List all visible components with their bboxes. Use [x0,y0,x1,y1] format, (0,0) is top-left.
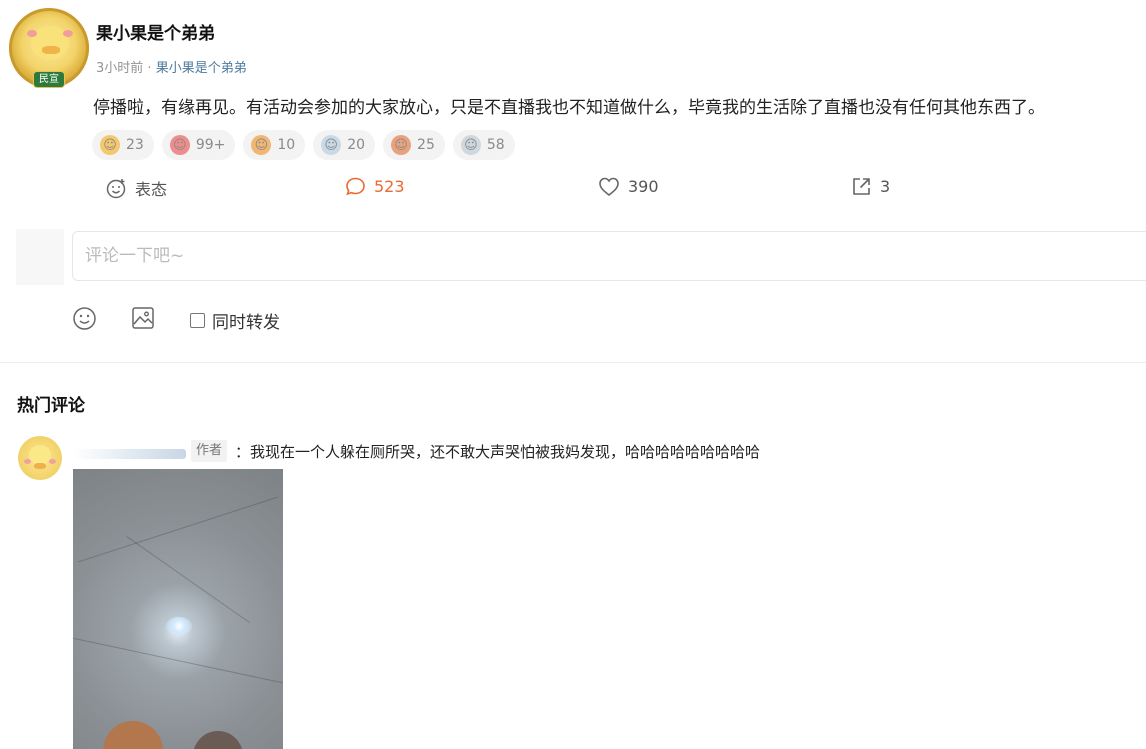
reaction-emoji-3-icon: ☺ [251,135,272,155]
reaction-chip[interactable]: ☺ 23 [92,130,154,160]
emoji-icon[interactable] [72,306,97,331]
reaction-count: 99+ [195,137,226,153]
reaction-emoji-1-icon: ☺ [100,135,120,155]
reaction-emoji-2-icon: ☺ [169,135,190,155]
comment-button[interactable]: 523 [345,176,405,197]
reaction-chip[interactable]: ☺ 10 [243,130,306,160]
comment-image[interactable] [73,469,283,749]
shoe-right [193,731,243,749]
reaction-chip[interactable]: ☺ 25 [383,130,445,160]
author-tag: 作者 [191,440,228,462]
comment-text: ：我现在一个人躲在厕所哭，还不敢大声哭怕被我妈发现，哈哈哈哈哈哈哈哈哈 [235,443,761,461]
reaction-emoji-5-icon: ☺ [391,135,412,155]
composer-avatar-placeholder [16,229,64,285]
post-meta: 3小时前 · 果小果是个弟弟 [96,57,247,76]
avatar-beak [42,46,60,54]
post-time[interactable]: 3小时前 [96,61,143,76]
share-icon [853,178,870,195]
meta-separator: · [147,61,152,76]
marble-vein [73,634,283,685]
duck-avatar-face [29,445,51,465]
reaction-emoji-6-icon: ☺ [460,135,481,155]
post-author-name[interactable]: 果小果是个弟弟 [96,19,215,44]
commenter-name-blurred[interactable] [74,449,186,459]
commenter-avatar[interactable] [18,436,62,480]
react-label: 表态 [135,180,168,199]
heart-icon [599,177,619,197]
light-reflection [166,617,192,635]
avatar-cheek-left [27,30,37,37]
avatar-cheek-right [49,459,56,464]
reaction-count: 58 [486,137,505,153]
author-avatar[interactable]: 民宣 [9,8,89,88]
reaction-emoji-4-icon: ☺ [321,135,342,155]
like-count: 390 [628,177,659,196]
marble-vein [77,496,279,563]
marble-vein [126,536,250,623]
avatar-badge: 民宣 [34,72,64,87]
comment-input-box[interactable] [72,231,1146,281]
repost-label: 同时转发 [212,313,280,333]
reaction-count: 23 [126,137,144,153]
hot-comments-title: 热门评论 [17,396,85,416]
comment-input[interactable] [73,232,1146,280]
repost-option[interactable]: 同时转发 [190,308,280,333]
reaction-chip[interactable]: ☺ 58 [452,130,515,160]
reaction-bar: ☺ 23 ☺ 99+ ☺ 10 ☺ 20 ☺ 25 ☺ 58 [92,130,515,160]
avatar-cheek-left [24,459,31,464]
reaction-count: 10 [277,137,296,153]
reaction-chip[interactable]: ☺ 99+ [161,130,236,160]
reaction-chip[interactable]: ☺ 20 [313,130,376,160]
smile-plus-icon [106,178,126,198]
reaction-count: 20 [347,137,366,153]
avatar-beak [34,463,46,469]
react-button[interactable]: 表态 [106,176,167,200]
share-button[interactable]: 3 [851,176,890,197]
shoe-left [103,721,163,749]
avatar-cheek-right [63,30,73,37]
post-content: 停播啦，有缘再见。有活动会参加的大家放心，只是不直播我也不知道做什么，毕竟我的生… [93,98,1045,118]
section-divider [0,362,1146,363]
comment-count: 523 [374,177,405,196]
image-upload-icon[interactable] [131,306,155,330]
post-source[interactable]: 果小果是个弟弟 [156,61,247,76]
like-button[interactable]: 390 [598,176,659,197]
share-count: 3 [880,177,891,196]
comment-bubble-icon [346,177,365,196]
reaction-count: 25 [417,137,435,153]
repost-checkbox[interactable] [190,313,205,328]
